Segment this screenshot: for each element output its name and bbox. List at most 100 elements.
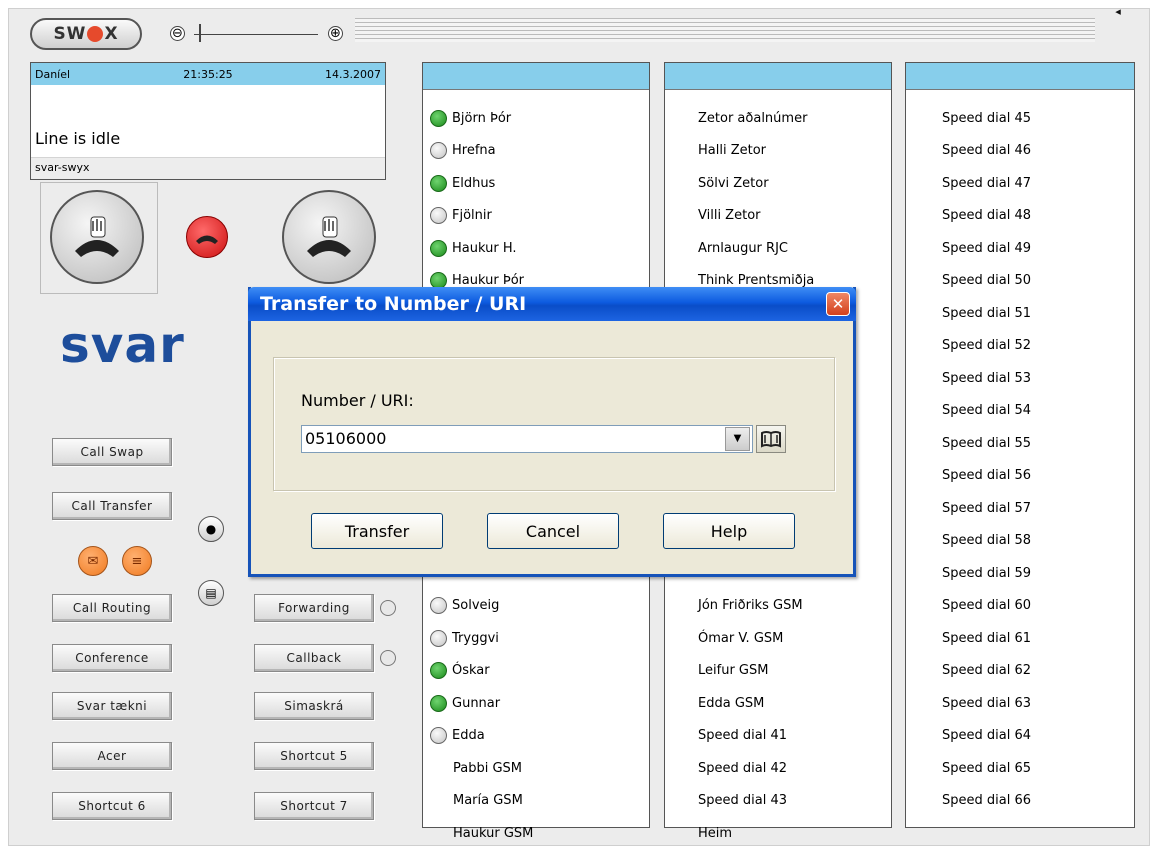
contact-row[interactable]: Ómar V. GSM <box>698 622 783 654</box>
column-header <box>423 63 649 90</box>
line-1-handset-button[interactable] <box>50 190 144 284</box>
callback-button[interactable]: Callback <box>254 644 374 672</box>
contact-row[interactable]: Óskar <box>430 655 490 687</box>
shortcut-6-button[interactable]: Shortcut 6 <box>52 792 172 820</box>
number-uri-input[interactable]: 05106000 <box>301 425 753 453</box>
contact-label: Hrefna <box>452 143 496 158</box>
chevron-down-icon[interactable]: ▼ <box>725 427 750 451</box>
svar-taekni-button[interactable]: Svar tækni <box>52 692 172 720</box>
contact-row[interactable]: Speed dial 62 <box>942 655 1031 687</box>
contact-row[interactable]: Zetor aðalnúmer <box>698 102 807 134</box>
contact-row[interactable]: Björn Þór <box>430 102 511 134</box>
contact-label: Zetor aðalnúmer <box>698 110 808 126</box>
contact-row[interactable]: Haukur H. <box>430 232 517 264</box>
contact-row[interactable]: Speed dial 56 <box>942 460 1031 492</box>
contact-label: María GSM <box>453 793 523 808</box>
contact-row[interactable]: Speed dial 47 <box>942 167 1031 199</box>
contact-row[interactable]: Speed dial 50 <box>942 265 1031 297</box>
contact-row[interactable]: Speed dial 41 <box>698 720 787 752</box>
contact-row[interactable]: Speed dial 58 <box>942 525 1031 557</box>
mail-icon[interactable]: ✉ <box>78 546 108 576</box>
contact-row[interactable]: Speed dial 60 <box>942 590 1031 622</box>
contact-label: Leifur GSM <box>698 663 769 678</box>
dialog-title-bar[interactable]: Transfer to Number / URI ✕ <box>248 287 856 321</box>
contact-row[interactable]: Fjölnir <box>430 200 492 232</box>
contact-row[interactable]: Pabbi GSM <box>453 752 522 784</box>
contact-row[interactable]: Speed dial 49 <box>942 232 1031 264</box>
contact-row[interactable]: Tryggvi <box>430 622 499 654</box>
forwarding-button[interactable]: Forwarding <box>254 594 374 622</box>
contact-row[interactable]: Speed dial 66 <box>942 785 1031 817</box>
contact-row[interactable]: Jón Friðriks GSM <box>698 590 803 622</box>
call-swap-button[interactable]: Call Swap <box>52 438 172 466</box>
contact-row[interactable]: Villi Zetor <box>698 200 761 232</box>
contact-row[interactable]: Speed dial 43 <box>698 785 787 817</box>
contact-label: Speed dial 65 <box>942 760 1032 776</box>
hangup-button[interactable] <box>186 216 228 258</box>
phonebook-icon[interactable]: ▤ <box>198 580 224 606</box>
contact-row[interactable]: Speed dial 45 <box>942 102 1031 134</box>
contact-row[interactable]: Speed dial 55 <box>942 427 1031 459</box>
zoom-slider-thumb[interactable] <box>199 24 201 42</box>
contact-row[interactable]: Arnlaugur RJC <box>698 232 788 264</box>
drag-grip[interactable] <box>355 18 1095 42</box>
cancel-button[interactable]: Cancel <box>487 513 619 549</box>
acer-button[interactable]: Acer <box>52 742 172 770</box>
contact-row[interactable]: Hrefna <box>430 135 496 167</box>
status-time: 21:35:25 <box>183 67 233 81</box>
contact-row[interactable]: Speed dial 57 <box>942 492 1031 524</box>
contact-row[interactable]: Heim <box>698 817 732 849</box>
call-transfer-button[interactable]: Call Transfer <box>52 492 172 520</box>
swyx-logo-button[interactable]: SW X <box>30 18 142 50</box>
contact-row[interactable]: Speed dial 63 <box>942 687 1031 719</box>
transfer-dialog: Transfer to Number / URI ✕ Number / URI:… <box>248 287 856 577</box>
window-mode-icon[interactable]: ◂ <box>1108 6 1128 36</box>
contact-row[interactable]: Solveig <box>430 590 499 622</box>
contact-row[interactable]: Sölvi Zetor <box>698 167 769 199</box>
zoom-out-icon[interactable]: ⊖ <box>170 26 185 41</box>
contact-row[interactable]: Speed dial 48 <box>942 200 1031 232</box>
logo-text-start: SW <box>53 24 87 44</box>
zoom-slider-track[interactable] <box>194 34 318 35</box>
contact-row[interactable]: Leifur GSM <box>698 655 768 687</box>
help-button[interactable]: Help <box>663 513 795 549</box>
contact-label: Speed dial 43 <box>698 793 788 808</box>
contact-row[interactable]: Speed dial 65 <box>942 752 1031 784</box>
contact-row[interactable]: Halli Zetor <box>698 135 766 167</box>
contact-label: Speed dial 63 <box>942 695 1032 711</box>
contact-label: Halli Zetor <box>698 143 767 158</box>
transfer-button[interactable]: Transfer <box>311 513 443 549</box>
offline-status-icon <box>430 207 447 224</box>
online-status-icon <box>430 662 447 679</box>
record-icon[interactable]: ● <box>198 516 224 542</box>
column-header <box>906 63 1134 90</box>
conference-button[interactable]: Conference <box>52 644 172 672</box>
contact-row[interactable]: Speed dial 46 <box>942 135 1031 167</box>
contact-row[interactable]: Gunnar <box>430 687 500 719</box>
close-icon[interactable]: ✕ <box>826 292 850 316</box>
contact-label: Villi Zetor <box>698 208 761 223</box>
address-book-icon[interactable] <box>756 425 786 453</box>
contact-row[interactable]: Speed dial 42 <box>698 752 787 784</box>
contact-row[interactable]: Speed dial 54 <box>942 395 1031 427</box>
line-2-handset-button[interactable] <box>282 190 376 284</box>
simaskra-button[interactable]: Simaskrá <box>254 692 374 720</box>
zoom-in-icon[interactable]: ⊕ <box>328 26 343 41</box>
contact-row[interactable]: Speed dial 52 <box>942 330 1031 362</box>
contact-row[interactable]: María GSM <box>453 785 523 817</box>
shortcut-5-button[interactable]: Shortcut 5 <box>254 742 374 770</box>
contact-row[interactable]: Speed dial 59 <box>942 557 1031 589</box>
contact-row[interactable]: Speed dial 64 <box>942 720 1031 752</box>
online-status-icon <box>430 174 447 192</box>
contact-row[interactable]: Speed dial 51 <box>942 297 1031 329</box>
contact-row[interactable]: Speed dial 53 <box>942 362 1031 394</box>
contact-row[interactable]: Eldhus <box>430 167 495 199</box>
call-routing-button[interactable]: Call Routing <box>52 594 172 622</box>
contact-row[interactable]: Speed dial 61 <box>942 622 1031 654</box>
contact-row[interactable]: Haukur GSM <box>453 817 533 849</box>
contact-label: Fjölnir <box>452 208 492 223</box>
contact-row[interactable]: Edda <box>430 720 485 752</box>
shortcut-7-button[interactable]: Shortcut 7 <box>254 792 374 820</box>
list-icon[interactable]: ≡ <box>122 546 152 576</box>
contact-row[interactable]: Edda GSM <box>698 687 764 719</box>
